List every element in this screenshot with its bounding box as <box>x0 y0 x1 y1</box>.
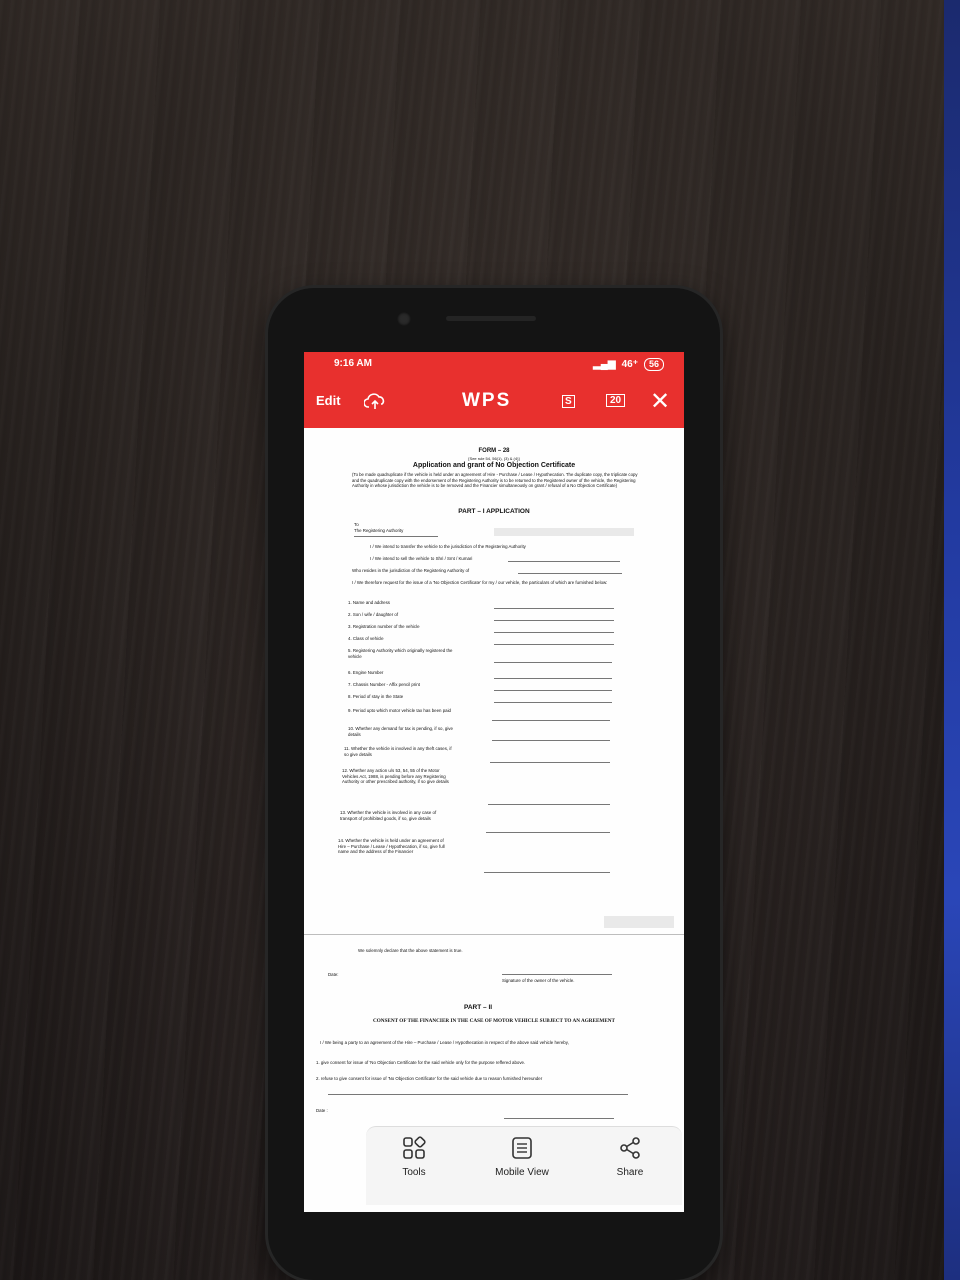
to-line: The Registering Authority <box>354 528 404 533</box>
pdf-document[interactable]: FORM – 28 [See rule 54, 56(1), (3) & (4)… <box>304 428 684 1212</box>
item-5: 5. Registering Authority which originall… <box>348 648 453 659</box>
mobile-view-button[interactable]: Mobile View <box>482 1135 562 1178</box>
to-label: To <box>354 522 359 527</box>
close-icon[interactable]: ✕ <box>650 387 670 416</box>
item-12: 12. Whether any action u/s 53, 54, 55 of… <box>342 768 449 785</box>
phone: 9:16 AM ▂▄▆ 46⁺ 56 Edit WPS S 20 ✕ FORM <box>268 288 720 1280</box>
part-2-title: PART – II <box>464 1004 493 1011</box>
earpiece-speaker <box>446 316 536 321</box>
consent-text: I / We being a party to an agreement of … <box>320 1040 569 1045</box>
wps-logo: WPS <box>462 390 512 411</box>
item-11-line <box>490 762 610 763</box>
consent-item-2: 2. refuse to give consent for issue of '… <box>316 1076 543 1081</box>
s-badge-button[interactable]: S <box>562 395 575 408</box>
form-heading: Application and grant of No Objection Ce… <box>412 462 576 469</box>
item-2-line <box>494 620 614 621</box>
share-icon <box>620 1137 640 1159</box>
part-1-title: PART – I APPLICATION <box>458 508 530 515</box>
item-5-line <box>494 662 612 663</box>
blue-object-edge <box>944 0 960 1280</box>
item-8: 8. Period of stay in the State <box>348 694 404 699</box>
tools-label: Tools <box>402 1167 426 1178</box>
cloud-upload-icon[interactable] <box>363 392 386 412</box>
form-title: FORM – 28 <box>478 448 510 454</box>
share-button[interactable]: Share <box>590 1135 670 1178</box>
item-2: 2. Son / wife / daughter of <box>348 612 399 617</box>
signature-line <box>502 974 612 975</box>
request-text: I / We therefore request for the issue o… <box>352 580 608 585</box>
intend-line-3: Who resides in the jurisdiction of the R… <box>352 568 470 573</box>
item-6: 6. Engine Number <box>348 670 384 675</box>
intend-underline-3 <box>518 573 622 574</box>
edit-button[interactable]: Edit <box>316 393 341 408</box>
consent-item-1: 1. give consent for issue of 'No Objecti… <box>316 1060 526 1065</box>
item-13-line <box>486 832 610 833</box>
mobile-view-icon <box>512 1137 532 1159</box>
item-11: 11. Whether the vehicle is involved in a… <box>344 746 452 757</box>
consent-heading: CONSENT OF THE FINANCIER IN THE CASE OF … <box>373 1018 615 1024</box>
front-camera <box>397 312 411 326</box>
item-9: 9. Period upto which motor vehicle tax h… <box>348 708 451 713</box>
page-divider <box>304 934 684 935</box>
tools-button[interactable]: Tools <box>374 1135 454 1178</box>
declaration-text: We solemnly declare that the above state… <box>358 948 463 953</box>
intend-underline-2 <box>508 561 620 562</box>
status-bar: 9:16 AM ▂▄▆ 46⁺ 56 <box>304 352 684 378</box>
shaded-block-2 <box>604 916 674 928</box>
phone-screen: 9:16 AM ▂▄▆ 46⁺ 56 Edit WPS S 20 ✕ FORM <box>304 352 684 1212</box>
item-7: 7. Chassis Number - Affix pencil print <box>348 682 420 687</box>
item-10: 10. Whether any demand for tax is pendin… <box>348 726 453 737</box>
item-3: 3. Registration number of the vehicle <box>348 624 420 629</box>
share-label: Share <box>616 1167 644 1178</box>
signature-label: Signature of the owner of the vehicle. <box>502 978 575 983</box>
item-12-line <box>488 804 610 805</box>
item-1-line <box>494 608 614 609</box>
form-note: (To be made quadruplicate if the vehicle… <box>352 472 638 489</box>
shaded-block <box>494 528 634 536</box>
item-3-line <box>494 632 614 633</box>
form-subtitle: [See rule 54, 56(1), (3) & (4)] <box>468 456 520 461</box>
app-toolbar: Edit WPS S 20 ✕ <box>304 378 684 428</box>
status-time: 9:16 AM <box>334 358 372 369</box>
financier-signature-line <box>504 1118 614 1119</box>
to-underline <box>354 536 438 537</box>
item-4-line <box>494 644 614 645</box>
bottom-toolbar: Tools Mobile View Share <box>366 1126 682 1205</box>
status-icons: ▂▄▆ 46⁺ 56 <box>593 358 664 371</box>
battery-icon: 56 <box>643 358 664 371</box>
date-label-2: Date : <box>316 1108 328 1113</box>
item-14-line <box>484 872 610 873</box>
reason-line <box>328 1094 628 1095</box>
network-type: 46⁺ <box>621 359 638 370</box>
intend-line-2: I / We intend to sell the vehicle to Shr… <box>370 556 473 561</box>
date-label: Date: <box>328 972 339 977</box>
item-10-line <box>492 740 610 741</box>
item-4: 4. Class of vehicle <box>348 636 384 641</box>
item-9-line <box>492 720 610 721</box>
item-1: 1. Name and address <box>348 600 390 605</box>
item-6-line <box>494 678 612 679</box>
item-14: 14. Whether the vehicle is held under an… <box>338 838 445 855</box>
item-13: 13. Whether the vehicle is involved in a… <box>340 810 437 821</box>
item-7-line <box>494 690 612 691</box>
intend-line-1: I / We intend to transfer the vehicle to… <box>370 544 526 549</box>
page-count-button[interactable]: 20 <box>606 394 626 407</box>
item-8-line <box>494 702 612 703</box>
signal-icon: ▂▄▆ <box>593 359 616 370</box>
tools-grid-icon <box>403 1136 426 1159</box>
mobile-view-label: Mobile View <box>495 1167 549 1178</box>
